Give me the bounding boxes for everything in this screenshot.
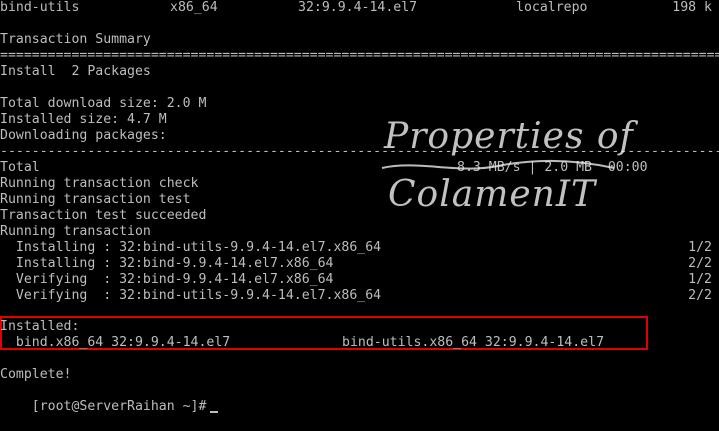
total-row: Total 8.3 MB/s | 2.0 MB 00:00: [0, 160, 719, 176]
step-count: 1/2: [688, 272, 712, 287]
transaction-step: Verifying : 32:bind-9.9.4-14.el7.x86_64 …: [0, 272, 719, 288]
package-arch: x86_64: [170, 0, 218, 15]
summary-title: Transaction Summary: [0, 32, 151, 47]
total-rate: 8.3 MB/s | 2.0 MB 00:00: [457, 160, 648, 175]
dash-separator: ----------------------------------------…: [0, 144, 719, 159]
shell-prompt-line[interactable]: [root@ServerRaihan ~]#: [0, 383, 219, 414]
watermark-line-2: ColamenIT: [388, 174, 597, 215]
installed-pkg-bind-utils: bind-utils.x86_64 32:9.9.4-14.el7: [342, 335, 605, 350]
step-text: Installing : 32:bind-utils-9.9.4-14.el7.…: [0, 240, 382, 255]
transaction-test-ok: Transaction test succeeded: [0, 208, 207, 223]
downloading-packages: Downloading packages:: [0, 128, 167, 143]
shell-prompt: [root@ServerRaihan ~]#: [31, 399, 207, 414]
step-text: Installing : 32:bind-9.9.4-14.el7.x86_64: [0, 256, 334, 271]
step-text: Verifying : 32:bind-9.9.4-14.el7.x86_64: [0, 272, 334, 287]
transaction-test: Running transaction test: [0, 192, 191, 207]
package-row: bind-utils x86_64 32:9.9.4-14.el7 localr…: [0, 0, 719, 16]
text-cursor: [210, 411, 219, 413]
install-count: Install 2 Packages: [0, 64, 151, 79]
step-count: 2/2: [688, 256, 712, 271]
complete-message: Complete!: [0, 367, 72, 382]
transaction-check: Running transaction check: [0, 176, 199, 191]
terminal-window[interactable]: bind-utils x86_64 32:9.9.4-14.el7 localr…: [0, 0, 719, 414]
installed-packages: bind.x86_64 32:9.9.4-14.el7 bind-utils.x…: [0, 335, 719, 351]
installed-pkg-bind: bind.x86_64 32:9.9.4-14.el7: [0, 335, 231, 350]
summary-separator: ========================================…: [0, 48, 719, 63]
step-count: 2/2: [688, 288, 712, 303]
step-text: Verifying : 32:bind-utils-9.9.4-14.el7.x…: [0, 288, 382, 303]
total-label: Total: [0, 160, 40, 175]
package-repo: localrepo: [516, 0, 588, 15]
transaction-step: Installing : 32:bind-utils-9.9.4-14.el7.…: [0, 240, 719, 256]
package-name: bind-utils: [0, 0, 80, 15]
transaction-step: Verifying : 32:bind-utils-9.9.4-14.el7.x…: [0, 288, 719, 304]
step-count: 1/2: [688, 240, 712, 255]
transaction-running: Running transaction: [0, 224, 151, 239]
transaction-step: Installing : 32:bind-9.9.4-14.el7.x86_64…: [0, 256, 719, 272]
installed-label: Installed:: [0, 319, 80, 334]
package-size: 198 k: [672, 0, 712, 15]
installed-size: Installed size: 4.7 M: [0, 112, 167, 127]
package-version: 32:9.9.4-14.el7: [298, 0, 418, 15]
total-download-size: Total download size: 2.0 M: [0, 96, 207, 111]
